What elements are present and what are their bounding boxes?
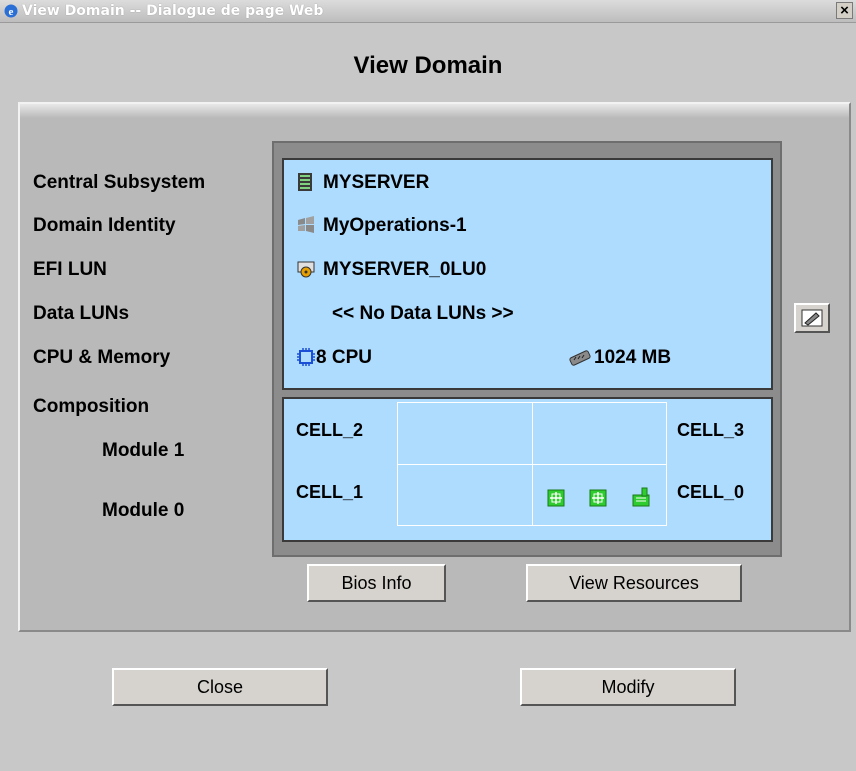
- cpu-module-icon: [547, 489, 565, 507]
- cpu-icon: [297, 348, 315, 366]
- domain-identity-value: MyOperations-1: [323, 215, 467, 236]
- cell-2-slot[interactable]: [397, 402, 533, 465]
- data-luns-value: << No Data LUNs >>: [332, 303, 514, 324]
- edit-icon: [801, 309, 823, 327]
- cpu-memory-label: CPU & Memory: [33, 347, 171, 368]
- cell-1-slot[interactable]: [397, 464, 533, 526]
- view-resources-button[interactable]: View Resources: [526, 564, 742, 602]
- windows-logo-icon: [298, 216, 314, 233]
- modify-button[interactable]: Modify: [520, 668, 736, 706]
- cell-0-label: CELL_0: [677, 482, 745, 502]
- io-module-icon: [632, 487, 650, 507]
- module1-label: Module 1: [102, 440, 185, 461]
- memory-icon: [569, 350, 591, 366]
- server-icon: [298, 173, 312, 191]
- efi-lun-label: EFI LUN: [33, 259, 107, 280]
- window-close-button[interactable]: ×: [836, 2, 853, 19]
- central-subsystem-value: MYSERVER: [323, 172, 430, 193]
- page-title: View Domain: [353, 52, 503, 79]
- cell-3-label: CELL_3: [677, 420, 745, 440]
- svg-text:e: e: [9, 6, 14, 18]
- domain-identity-label: Domain Identity: [33, 215, 176, 236]
- view-resources-label: View Resources: [569, 572, 699, 593]
- efi-lun-value: MYSERVER_0LU0: [323, 259, 487, 280]
- central-subsystem-label: Central Subsystem: [33, 172, 206, 193]
- close-button[interactable]: Close: [112, 668, 328, 706]
- composition-label: Composition: [33, 396, 150, 417]
- close-label: Close: [196, 676, 244, 697]
- cell-2-label: CELL_2: [296, 420, 364, 440]
- cpu-value: 8 CPU: [316, 347, 372, 368]
- modify-label: Modify: [601, 676, 655, 697]
- cpu-module-icon: [589, 489, 607, 507]
- bios-info-button[interactable]: Bios Info: [307, 564, 446, 602]
- title-bar: e View Domain -- Dialogue de page Web ×: [0, 0, 856, 23]
- memory-value: 1024 MB: [594, 347, 672, 368]
- window-title: View Domain -- Dialogue de page Web: [22, 3, 324, 19]
- cell-3-slot[interactable]: [532, 402, 667, 465]
- bios-info-label: Bios Info: [341, 572, 412, 593]
- internet-explorer-icon: e: [4, 4, 18, 18]
- cell-1-label: CELL_1: [296, 482, 364, 502]
- module0-label: Module 0: [102, 500, 185, 521]
- disk-icon: [297, 261, 315, 278]
- edit-domain-button[interactable]: [794, 303, 830, 333]
- data-luns-label: Data LUNs: [33, 303, 130, 324]
